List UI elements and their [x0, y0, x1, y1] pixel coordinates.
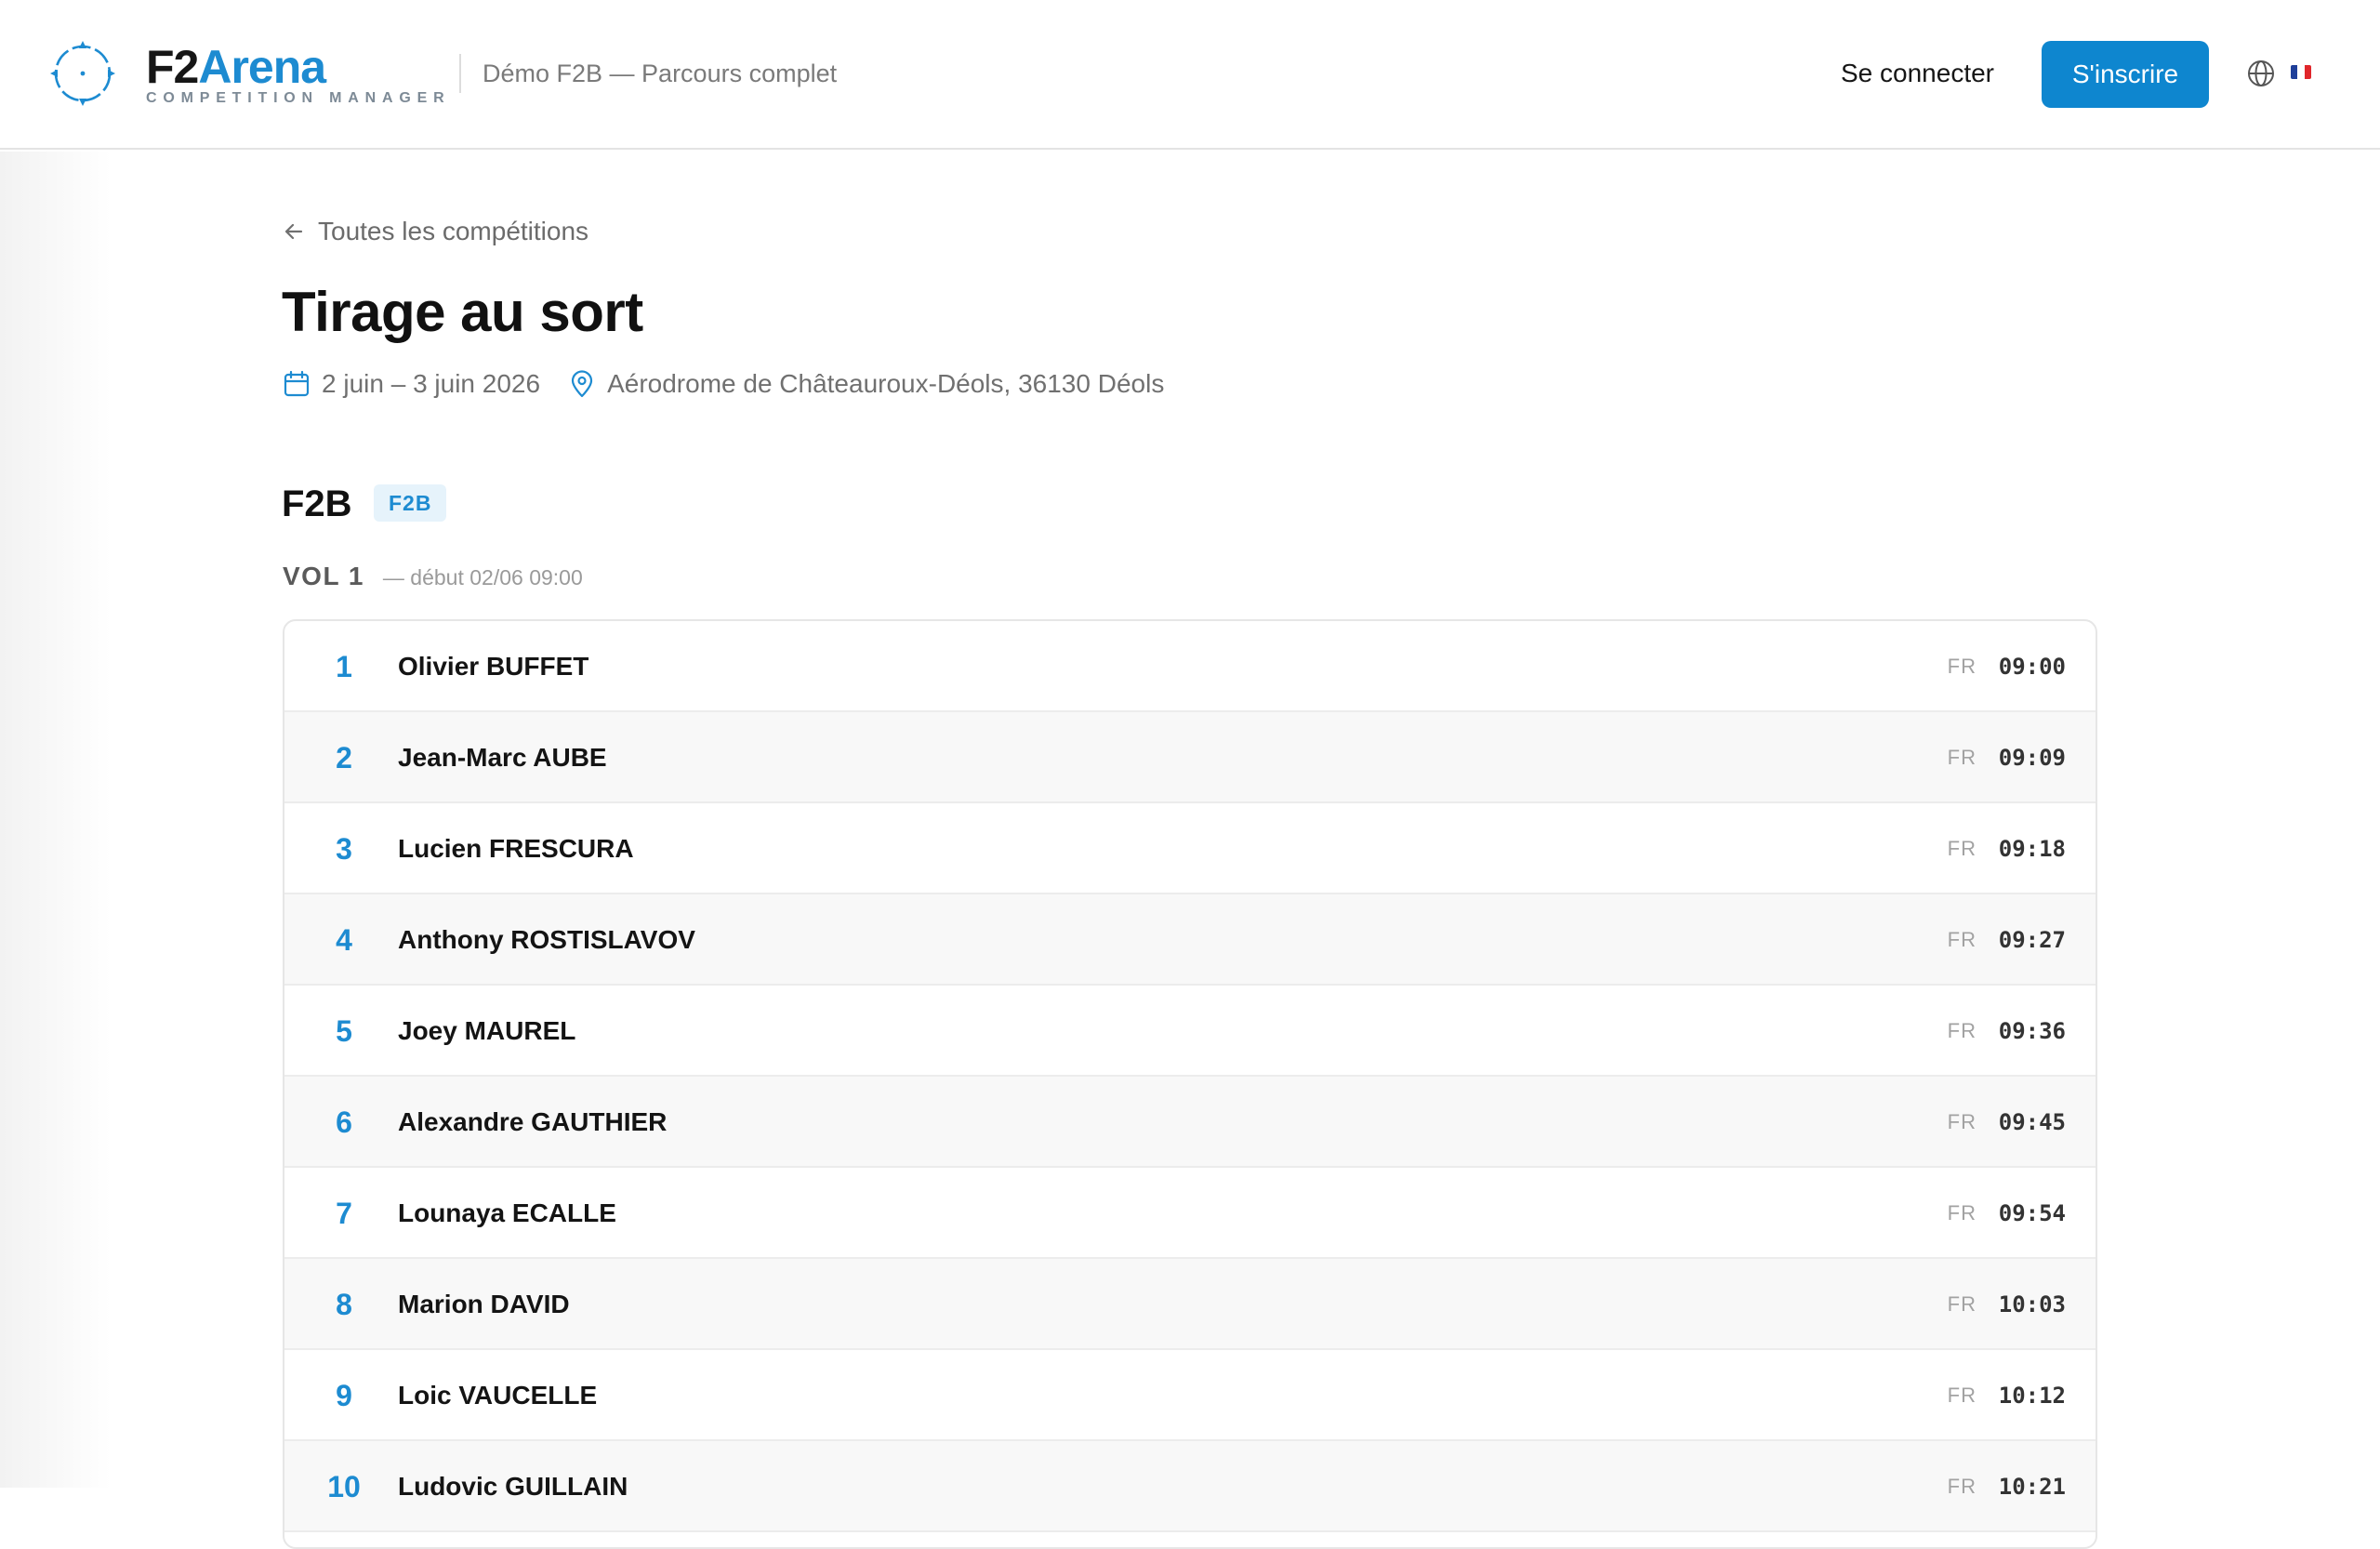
- draw-order-number: 10: [327, 1470, 361, 1503]
- category-badge: F2B: [374, 484, 447, 522]
- flight-time: 09:09: [1998, 745, 2066, 771]
- calendar-icon: [284, 370, 310, 397]
- pilot-country: FR: [1947, 1384, 1977, 1407]
- draw-order-number: 7: [336, 1197, 352, 1230]
- top-bar: F2Arena COMPETITION MANAGER Démo F2B — P…: [0, 0, 2380, 150]
- flight-time: 09:45: [1998, 1109, 2066, 1135]
- crosshair-logo-icon[interactable]: [50, 41, 115, 106]
- pilot-name: Anthony ROSTISLAVOV: [398, 925, 695, 954]
- pilot-country: FR: [1947, 1475, 1977, 1498]
- map-pin-icon: [571, 370, 593, 398]
- pilot-name: Loic VAUCELLE: [398, 1381, 598, 1410]
- back-link-label: Toutes les compétitions: [318, 217, 589, 245]
- brand-subtitle: COMPETITION MANAGER: [146, 90, 451, 106]
- round-header: VOL 1 — début 02/06 09:00: [283, 562, 583, 591]
- flight-time: 09:27: [1998, 927, 2066, 953]
- pilot-name: Ludovic GUILLAIN: [398, 1472, 628, 1501]
- pilot-country: FR: [1947, 655, 1977, 678]
- pilot-name: Alexandre GAUTHIER: [398, 1107, 668, 1136]
- pilot-country: FR: [1947, 928, 1977, 951]
- pilot-country: FR: [1947, 837, 1977, 860]
- pilot-name: Joey MAUREL: [398, 1016, 576, 1045]
- pilot-country: FR: [1947, 1110, 1977, 1133]
- back-to-competitions-link[interactable]: Toutes les compétitions: [283, 216, 588, 247]
- globe-icon[interactable]: [2246, 59, 2276, 88]
- category-title: F2B: [282, 483, 352, 524]
- brand-primary: F2: [146, 41, 199, 93]
- login-link[interactable]: Se connecter: [1841, 58, 1994, 89]
- pilot-country: FR: [1947, 1201, 1977, 1225]
- draw-row: 8 Marion DAVID FR 10:03: [284, 1259, 2096, 1350]
- page-gutter: [0, 152, 112, 1488]
- flight-time: 09:18: [1998, 836, 2066, 862]
- pilot-country: FR: [1947, 1019, 1977, 1042]
- header-divider: [459, 54, 461, 93]
- draw-order-number: 2: [336, 741, 352, 774]
- draw-order-number: 6: [336, 1105, 352, 1139]
- competition-dates: 2 juin – 3 juin 2026: [283, 368, 540, 400]
- draw-order-number: 4: [336, 923, 352, 957]
- signup-button[interactable]: S'inscrire: [2042, 41, 2209, 108]
- brand-secondary: Arena: [198, 41, 326, 93]
- draw-order-number: 3: [336, 832, 352, 866]
- draw-order-number: 1: [336, 650, 352, 683]
- flight-time: 10:21: [1998, 1474, 2066, 1500]
- brand-name[interactable]: F2Arena: [146, 41, 326, 93]
- flight-time: 10:12: [1998, 1383, 2066, 1409]
- flight-time: 09:00: [1998, 654, 2066, 680]
- draw-row: 6 Alexandre GAUTHIER FR 09:45: [284, 1077, 2096, 1168]
- competition-location: Aérodrome de Châteauroux-Déols, 36130 Dé…: [568, 368, 1164, 400]
- flight-time: 09:54: [1998, 1200, 2066, 1226]
- draw-row: 7 Lounaya ECALLE FR 09:54: [284, 1168, 2096, 1259]
- flight-time: 10:03: [1998, 1291, 2066, 1317]
- round-start-time: — début 02/06 09:00: [382, 565, 583, 589]
- location-text: Aérodrome de Châteauroux-Déols, 36130 Dé…: [607, 369, 1165, 398]
- draw-order-table: 1 Olivier BUFFET FR 09:00 2 Jean-Marc AUBE FR 0…: [283, 619, 2097, 1549]
- competition-meta: 2 juin – 3 juin 2026 Aérodrome de Châtea…: [283, 368, 1164, 400]
- flight-time: 09:36: [1998, 1018, 2066, 1044]
- draw-row: 10 Ludovic GUILLAIN FR 10:21: [284, 1441, 2096, 1532]
- draw-row: 1 Olivier BUFFET FR 09:00: [284, 621, 2096, 712]
- draw-row: 9 Loic VAUCELLE FR 10:12: [284, 1350, 2096, 1441]
- draw-row: 4 Anthony ROSTISLAVOV FR 09:27: [284, 894, 2096, 986]
- draw-order-number: 5: [336, 1014, 352, 1048]
- pilot-name: Olivier BUFFET: [398, 652, 589, 681]
- arrow-left-icon: [284, 223, 303, 240]
- pilot-name: Lucien FRESCURA: [398, 834, 634, 863]
- pilot-country: FR: [1947, 1292, 1977, 1316]
- pilot-name: Lounaya ECALLE: [398, 1198, 616, 1227]
- page-title: Tirage au sort: [282, 281, 643, 343]
- pilot-name: Jean-Marc AUBE: [398, 743, 607, 772]
- competition-context-title: Démo F2B — Parcours complet: [483, 60, 838, 87]
- draw-row: 3 Lucien FRESCURA FR 09:18: [284, 803, 2096, 894]
- draw-order-number: 8: [336, 1288, 352, 1321]
- draw-row: 5 Joey MAUREL FR 09:36: [284, 986, 2096, 1077]
- draw-order-number: 9: [336, 1379, 352, 1412]
- round-label: VOL 1: [283, 562, 364, 590]
- draw-row: 2 Jean-Marc AUBE FR 09:09: [284, 712, 2096, 803]
- pilot-name: Marion DAVID: [398, 1290, 570, 1318]
- pilot-country: FR: [1947, 746, 1977, 769]
- dates-text: 2 juin – 3 juin 2026: [322, 369, 541, 398]
- flag-fr-icon[interactable]: [2291, 65, 2311, 79]
